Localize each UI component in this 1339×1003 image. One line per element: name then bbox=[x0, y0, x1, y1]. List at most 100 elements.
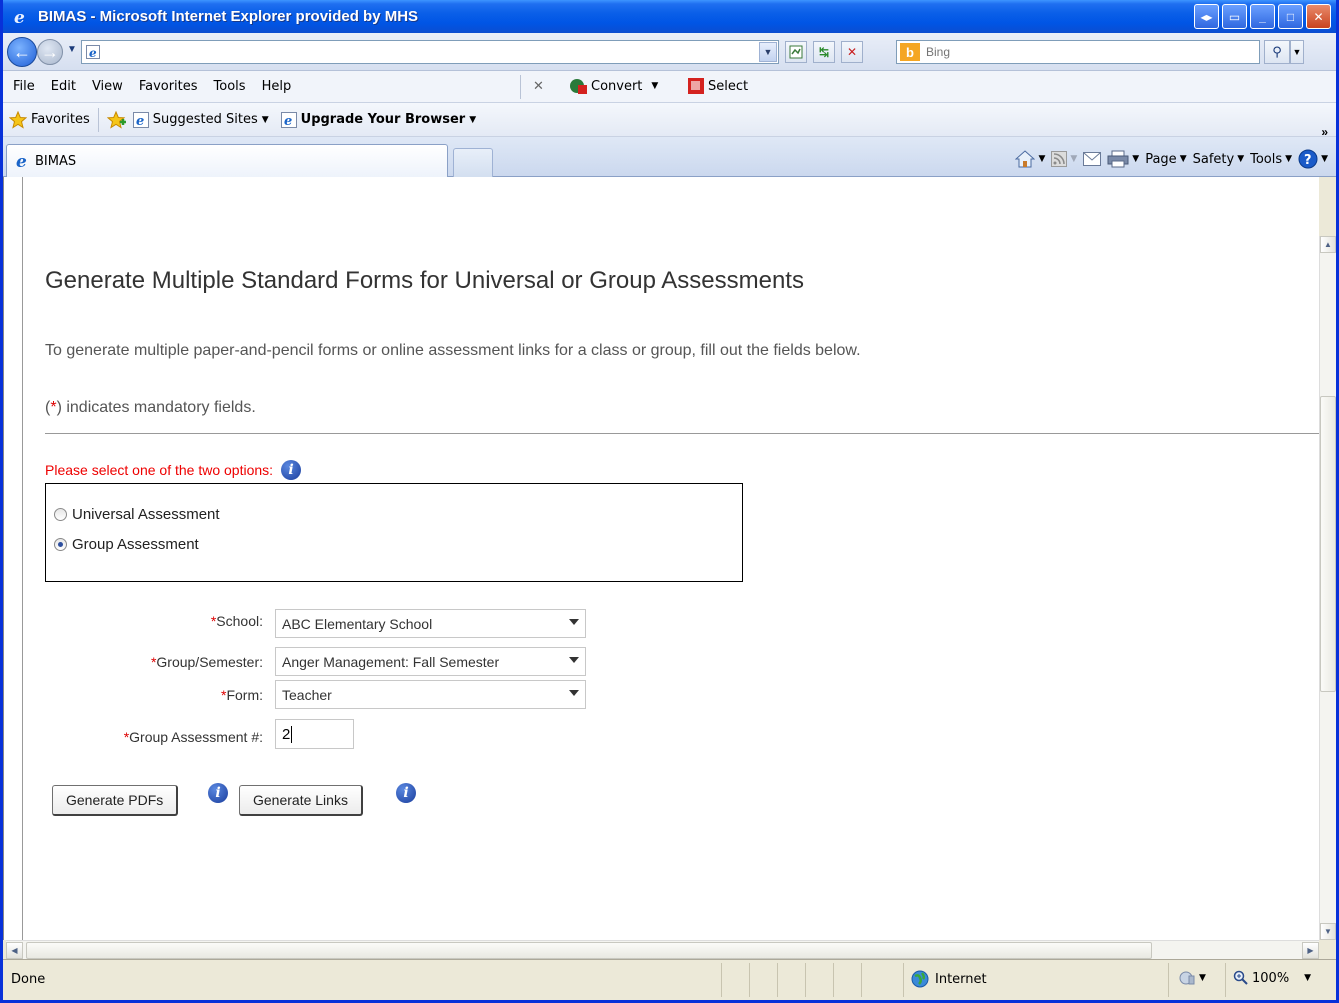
restore-tab-icon[interactable]: ◂▸ bbox=[1194, 4, 1219, 29]
group-semester-label: *Group/Semester: bbox=[23, 654, 263, 670]
feeds-button[interactable]: ▼ bbox=[1051, 151, 1077, 167]
zoom-control[interactable]: 100% ▼ bbox=[1233, 970, 1311, 986]
menu-edit[interactable]: Edit bbox=[43, 79, 84, 94]
recent-pages-dropdown-icon[interactable]: ▼ bbox=[67, 44, 77, 55]
select-button[interactable]: Select bbox=[687, 77, 748, 95]
group-semester-dropdown-icon[interactable] bbox=[569, 657, 579, 663]
links-info-icon[interactable]: i bbox=[396, 783, 416, 803]
add-favorites-icon[interactable] bbox=[106, 110, 127, 129]
new-tab-button[interactable] bbox=[453, 148, 493, 177]
pdfs-info-icon[interactable]: i bbox=[208, 783, 228, 803]
quick-tabs-icon[interactable]: ▭ bbox=[1222, 4, 1247, 29]
scroll-corner bbox=[1319, 940, 1336, 959]
scroll-up-icon[interactable]: ▲ bbox=[1320, 236, 1336, 253]
menu-view[interactable]: View bbox=[84, 79, 131, 94]
help-icon: ? bbox=[1298, 149, 1318, 169]
menu-help[interactable]: Help bbox=[254, 79, 300, 94]
ie-tab-icon: e bbox=[15, 152, 33, 170]
convert-button[interactable]: Convert ▼ bbox=[568, 77, 658, 95]
school-select[interactable]: ABC Elementary School bbox=[275, 609, 586, 638]
browser-window: e BIMAS - Microsoft Internet Explorer pr… bbox=[0, 0, 1339, 1003]
maximize-button[interactable]: □ bbox=[1278, 4, 1303, 29]
favorites-star-icon bbox=[9, 110, 27, 129]
assessment-options-box: Universal Assessment Group Assessment bbox=[45, 483, 743, 582]
protected-mode-icon[interactable]: ▼ bbox=[1178, 970, 1206, 986]
safety-dropdown-icon: ▼ bbox=[1237, 154, 1245, 164]
menu-tools[interactable]: Tools bbox=[206, 79, 254, 94]
info-icon[interactable]: i bbox=[281, 460, 302, 480]
menu-file[interactable]: File bbox=[3, 79, 43, 94]
print-dropdown-icon[interactable]: ▼ bbox=[1132, 154, 1139, 164]
group-assessment-option[interactable]: Group Assessment bbox=[54, 536, 199, 553]
option-prompt-text: Please select one of the two options: bbox=[45, 462, 274, 478]
toolbar-overflow-icon[interactable]: » bbox=[1321, 125, 1328, 139]
search-options-icon[interactable]: ▼ bbox=[1290, 40, 1304, 64]
text-cursor bbox=[291, 725, 293, 743]
print-button[interactable]: ▼ bbox=[1107, 150, 1139, 168]
page-dropdown-icon: ▼ bbox=[1179, 154, 1187, 164]
safety-menu[interactable]: Safety ▼ bbox=[1193, 152, 1245, 167]
status-bar: Done Internet ▼ 100% ▼ bbox=[3, 959, 1336, 1000]
scroll-left-icon[interactable]: ◀ bbox=[6, 942, 23, 959]
universal-assessment-option[interactable]: Universal Assessment bbox=[54, 506, 220, 523]
vertical-scrollbar[interactable]: ▲ ▼ bbox=[1319, 236, 1336, 940]
group-radio[interactable] bbox=[54, 538, 67, 551]
address-dropdown-icon[interactable]: ▼ bbox=[759, 42, 777, 62]
horizontal-scrollbar[interactable]: ◀ ▶ bbox=[6, 940, 1319, 959]
page-menu[interactable]: Page ▼ bbox=[1145, 152, 1186, 167]
group-semester-select[interactable]: Anger Management: Fall Semester bbox=[275, 647, 586, 676]
vertical-scroll-thumb[interactable] bbox=[1320, 396, 1336, 692]
ie-page-icon: e bbox=[132, 111, 149, 128]
search-input[interactable] bbox=[924, 44, 1259, 60]
menu-favorites[interactable]: Favorites bbox=[131, 79, 206, 94]
scroll-down-icon[interactable]: ▼ bbox=[1320, 923, 1336, 940]
form-select[interactable]: Teacher bbox=[275, 680, 586, 709]
feeds-icon bbox=[1051, 151, 1068, 167]
help-dropdown-icon[interactable]: ▼ bbox=[1321, 154, 1328, 164]
compatibility-view-icon[interactable] bbox=[785, 41, 807, 63]
refresh-icon[interactable]: ↹ bbox=[813, 41, 835, 63]
read-mail-button[interactable] bbox=[1083, 152, 1102, 166]
status-text: Done bbox=[11, 972, 46, 987]
search-box[interactable]: b bbox=[896, 40, 1260, 64]
suggested-dropdown-icon: ▼ bbox=[261, 114, 269, 125]
globe-icon bbox=[911, 970, 929, 988]
search-icon[interactable]: ⚲ bbox=[1264, 40, 1290, 64]
tab-bar: e BIMAS ▼ ▼ ▼ Page ▼ Safety ▼ Tools ▼ ? … bbox=[3, 125, 1336, 177]
forward-button[interactable]: → bbox=[37, 39, 63, 65]
convert-dropdown-icon[interactable]: ▼ bbox=[651, 81, 658, 91]
close-button[interactable]: ✕ bbox=[1306, 4, 1331, 29]
tab-bimas[interactable]: e BIMAS bbox=[6, 144, 448, 177]
back-button[interactable]: ← bbox=[7, 37, 37, 67]
group-assessment-number-input[interactable]: 2 bbox=[275, 719, 354, 749]
zoom-dropdown-icon: ▼ bbox=[1304, 973, 1312, 983]
suggested-sites-button[interactable]: e Suggested Sites ▼ bbox=[132, 111, 269, 128]
scroll-right-icon[interactable]: ▶ bbox=[1302, 942, 1319, 959]
home-dropdown-icon[interactable]: ▼ bbox=[1038, 154, 1045, 164]
group-label: Group Assessment bbox=[72, 536, 199, 553]
address-input[interactable] bbox=[101, 42, 759, 62]
stop-icon[interactable]: ✕ bbox=[841, 41, 863, 63]
favorites-button[interactable]: Favorites bbox=[9, 110, 90, 129]
generate-links-button[interactable]: Generate Links bbox=[239, 785, 363, 816]
close-toolbar-icon[interactable]: ✕ bbox=[533, 79, 544, 94]
group-semester-value: Anger Management: Fall Semester bbox=[282, 653, 500, 670]
form-dropdown-icon[interactable] bbox=[569, 690, 579, 696]
mail-icon bbox=[1083, 152, 1102, 166]
upgrade-browser-button[interactable]: e Upgrade Your Browser ▼ bbox=[280, 111, 476, 128]
universal-radio[interactable] bbox=[54, 508, 67, 521]
favorites-bar: Favorites e Suggested Sites ▼ e Upgrade … bbox=[3, 103, 1336, 137]
security-zone[interactable]: Internet bbox=[911, 970, 987, 988]
school-dropdown-icon[interactable] bbox=[569, 619, 579, 625]
home-button[interactable]: ▼ bbox=[1015, 150, 1045, 168]
horizontal-scroll-thumb[interactable] bbox=[26, 942, 1152, 959]
generate-pdfs-button[interactable]: Generate PDFs bbox=[52, 785, 179, 816]
ie-page-icon-2: e bbox=[280, 111, 297, 128]
tools-menu[interactable]: Tools ▼ bbox=[1250, 152, 1292, 167]
address-field[interactable]: e ▼ bbox=[81, 40, 779, 64]
help-button[interactable]: ? ▼ bbox=[1298, 149, 1328, 169]
status-divider bbox=[749, 963, 750, 997]
feeds-dropdown-icon[interactable]: ▼ bbox=[1070, 154, 1077, 164]
minimize-button[interactable]: _ bbox=[1250, 4, 1275, 29]
status-divider bbox=[833, 963, 834, 997]
